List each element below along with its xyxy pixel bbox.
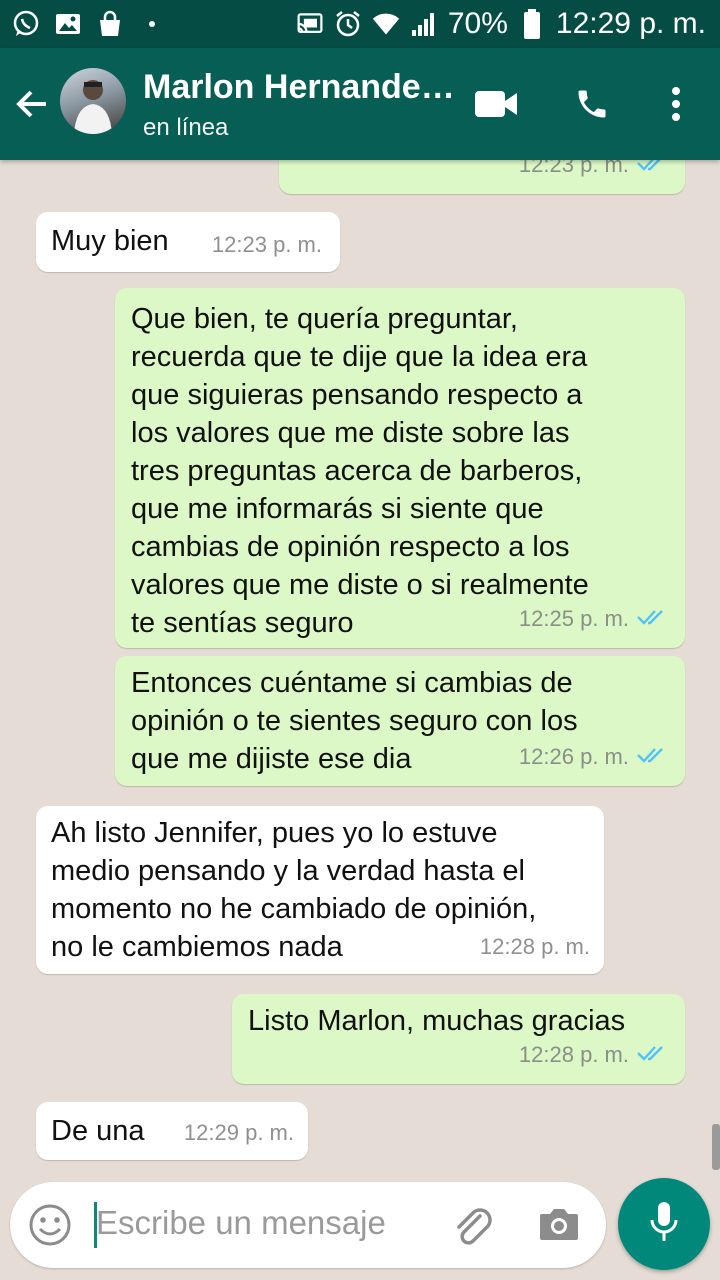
message-incoming[interactable]: Ah listo Jennifer, pues yo lo estuve med…: [36, 806, 604, 974]
battery-percent: 70%: [447, 7, 508, 40]
chat-header: Marlon Hernande… en línea: [0, 48, 720, 160]
more-vert-icon[interactable]: [650, 78, 702, 130]
message-incoming[interactable]: Muy bien 12:23 p. m.: [36, 212, 340, 272]
back-arrow-icon[interactable]: [10, 78, 54, 130]
message-line: Que bien, te quería preguntar,: [131, 303, 518, 335]
message-time: 12:26 p. m.: [518, 744, 629, 769]
message-outgoing[interactable]: Listo Marlon, muchas gracias 12:28 p. m.: [232, 994, 685, 1084]
cast-icon: [296, 10, 324, 38]
clock: 12:29 p. m.: [555, 7, 706, 40]
read-receipt-icon: [637, 1036, 667, 1074]
message-time: 12:23 p. m.: [518, 160, 629, 177]
message-time: 12:23 p. m.: [211, 232, 322, 257]
message-line: opinión o te sientes seguro con los: [131, 705, 578, 737]
message-outgoing[interactable]: Entonces cuéntame si cambias de opinión …: [115, 656, 685, 786]
message-time: 12:29 p. m.: [183, 1120, 294, 1145]
message-line: momento no he cambiado de opinión,: [51, 893, 537, 925]
message-line: que siguieras pensando respecto a: [131, 379, 583, 411]
contact-name[interactable]: Marlon Hernande…: [143, 68, 455, 107]
message-line: tres preguntas acerca de barberos,: [131, 455, 583, 487]
camera-icon[interactable]: [536, 1202, 582, 1248]
message-incoming[interactable]: De una 12:29 p. m.: [36, 1102, 308, 1160]
message-line: que me dijiste ese dia: [131, 743, 412, 775]
whatsapp-icon: [12, 10, 40, 38]
message-line: Entonces cuéntame si cambias de: [131, 667, 573, 699]
message-text: Muy bien: [51, 225, 169, 257]
video-call-icon[interactable]: [470, 78, 522, 130]
message-time: 12:25 p. m.: [518, 606, 629, 631]
attach-icon[interactable]: [450, 1202, 494, 1248]
message-line: no le cambiemos nada: [51, 931, 343, 963]
shop-bag-icon: [96, 10, 124, 38]
message-line: Ah listo Jennifer, pues yo lo estuve: [51, 817, 498, 849]
battery-icon: [518, 9, 546, 39]
message-line: cambias de opinión respecto a los: [131, 531, 570, 563]
message-input-bar[interactable]: Escribe un mensaje: [10, 1182, 606, 1268]
message-line: que me informarás si siente que: [131, 493, 544, 525]
chat-area[interactable]: 12:23 p. m. Muy bien 12:23 p. m. Que bie…: [0, 160, 720, 1180]
avatar[interactable]: [60, 68, 126, 134]
gallery-icon: [54, 10, 82, 38]
message-text: De una: [51, 1115, 145, 1147]
message-text: Listo Marlon, muchas gracias: [248, 1005, 626, 1037]
dot-icon: [138, 10, 166, 38]
emoji-icon[interactable]: [28, 1203, 72, 1247]
scrollbar-thumb[interactable]: [712, 1124, 720, 1170]
wifi-icon: [372, 10, 400, 38]
phone-icon[interactable]: [566, 78, 618, 130]
contact-status: en línea: [143, 114, 229, 141]
message-time: 12:28 p. m.: [518, 1042, 629, 1067]
message-line: medio pensando y la verdad hasta el: [51, 855, 525, 887]
message-input[interactable]: Escribe un mensaje: [96, 1204, 386, 1242]
voice-record-button[interactable]: [618, 1178, 710, 1270]
message-time: 12:28 p. m.: [479, 934, 590, 959]
read-receipt-icon: [637, 600, 667, 638]
alarm-icon: [334, 10, 362, 38]
signal-icon: [410, 10, 438, 38]
message-line: recuerda que te dije que la idea era: [131, 341, 588, 373]
read-receipt-icon: [637, 738, 667, 776]
status-bar: 70% 12:29 p. m.: [0, 0, 720, 48]
read-receipt-icon: [637, 160, 667, 184]
message-line: los valores que me diste sobre las: [131, 417, 570, 449]
message-line: valores que me diste o si realmente: [131, 569, 589, 601]
mic-icon: [647, 1200, 681, 1249]
message-outgoing[interactable]: 12:23 p. m.: [279, 160, 685, 194]
message-outgoing[interactable]: Que bien, te quería preguntar, recuerda …: [115, 288, 685, 648]
